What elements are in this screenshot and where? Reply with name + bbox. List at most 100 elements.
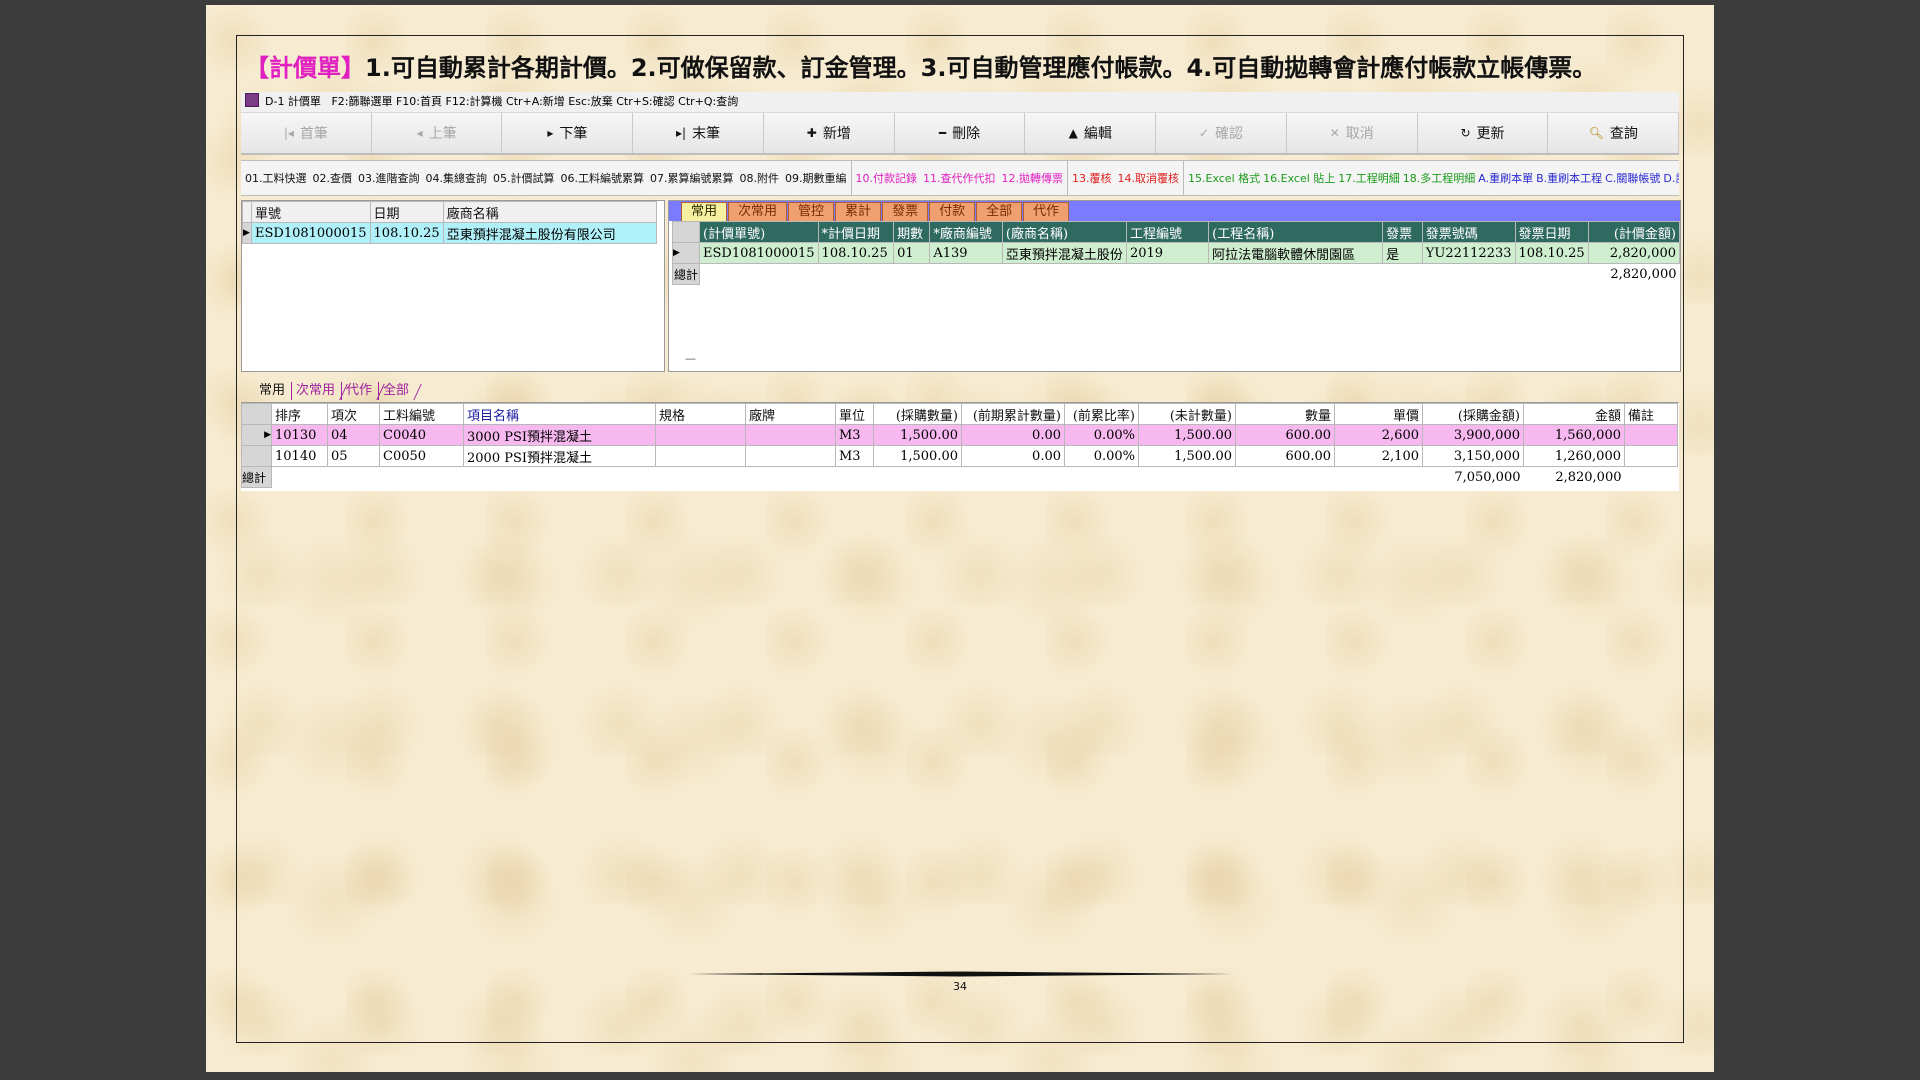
cell[interactable] [745,445,836,467]
cell[interactable]: YU22112233 [1421,242,1516,264]
func-item[interactable]: 08.附件 [740,170,780,186]
func-item[interactable]: 12.拋轉傳票 [1002,170,1064,186]
func-item[interactable]: 04.集總查詢 [426,170,488,186]
column-header[interactable]: 排序 [271,403,328,425]
column-header[interactable]: (廠商名稱) [1001,221,1127,243]
func-item[interactable]: 11.查代作代扣 [923,170,996,186]
cell[interactable]: 10130 [271,424,328,446]
column-header[interactable]: (未計數量) [1138,403,1236,425]
cell[interactable]: 亞東預拌混凝土股份 [1001,242,1127,264]
cancel-button[interactable]: ✕ 取消 [1286,113,1418,153]
column-header[interactable]: 發票號碼 [1421,221,1516,243]
column-header[interactable]: (計價金額) [1587,221,1681,243]
tab-cumulative[interactable]: 累計 [835,202,882,221]
cell[interactable]: 2,820,000 [1587,242,1681,264]
cell[interactable]: 2019 [1125,242,1210,264]
func-item[interactable]: 05.計價試算 [493,170,555,186]
func-item[interactable]: 17.工程明細 [1338,170,1400,186]
add-button[interactable]: ✚ 新增 [763,113,895,153]
cell[interactable]: 05 [327,445,380,467]
column-header[interactable]: 項目名稱 [463,403,656,425]
cell[interactable]: ESD1081000015 [251,222,371,244]
func-item[interactable]: 15.Excel 格式 [1188,170,1260,186]
column-header[interactable]: 廠牌 [745,403,836,425]
edit-button[interactable]: ▲ 編輯 [1025,113,1157,153]
first-record-button[interactable]: |◂ 首筆 [241,113,372,153]
tab-control[interactable]: 管控 [788,202,835,221]
tab-secondary[interactable]: 次常用 [728,202,788,221]
column-header[interactable]: (採購數量) [873,403,962,425]
prev-record-button[interactable]: ◂ 上筆 [371,113,503,153]
tab-secondary[interactable]: 次常用 [291,382,341,400]
column-header[interactable]: (採購金額) [1422,403,1524,425]
cell[interactable]: 600.00 [1235,445,1335,467]
cell[interactable] [1624,424,1678,446]
cell[interactable]: 600.00 [1235,424,1335,446]
column-header[interactable]: 單位 [835,403,874,425]
cell[interactable]: 阿拉法電腦軟體休閒園區 [1208,242,1384,264]
table-row[interactable]: ▶ ESD1081000015 108.10.25 01 A139 亞東預拌混凝… [671,242,1681,264]
table-row[interactable]: ▶ ESD1081000015 108.10.25 亞東預拌混凝土股份有限公司 [242,222,657,244]
cell[interactable]: 0.00% [1064,424,1139,446]
func-item[interactable]: 01.工料快選 [245,170,307,186]
func-item[interactable]: 16.Excel 貼上 [1263,170,1335,186]
cell[interactable]: 04 [327,424,380,446]
query-button[interactable]: 🔍︎ 查詢 [1548,113,1680,153]
confirm-button[interactable]: ✓ 確認 [1156,113,1287,153]
column-header[interactable]: 單號 [251,201,371,223]
func-item[interactable]: 14.取消覆核 [1118,170,1180,186]
column-header[interactable]: 金額 [1523,403,1625,425]
cell[interactable]: A139 [929,242,1003,264]
func-item[interactable]: 13.覆核 [1072,170,1112,186]
column-header[interactable]: 備註 [1624,403,1678,425]
cell[interactable]: 1,500.00 [873,445,962,467]
column-header[interactable]: (前累比率) [1064,403,1139,425]
func-item[interactable]: 06.工料編號累算 [561,170,645,186]
column-header[interactable]: 數量 [1235,403,1335,425]
tab-proxy[interactable]: 代作 [341,382,378,400]
cell[interactable] [1624,445,1678,467]
func-item[interactable]: 03.進階查詢 [358,170,420,186]
cell[interactable]: 0.00 [961,424,1065,446]
last-record-button[interactable]: ▸| 末筆 [633,113,764,153]
cell[interactable]: M3 [835,445,874,467]
cell[interactable]: M3 [835,424,874,446]
cell[interactable]: 0.00% [1064,445,1139,467]
column-header[interactable]: (前期累計數量) [961,403,1065,425]
tab-invoice[interactable]: 發票 [882,202,929,221]
column-header[interactable]: 單價 [1334,403,1423,425]
table-row[interactable]: 10140 05 C0050 2000 PSI預拌混凝土 M3 1,500.00… [241,445,1678,467]
cell[interactable]: 2000 PSI預拌混凝土 [463,445,656,467]
func-item[interactable]: B.重刷本工程 [1536,170,1602,186]
next-record-button[interactable]: ▸ 下筆 [502,113,634,153]
cell[interactable]: 1,260,000 [1523,445,1625,467]
cell[interactable]: 01 [893,242,931,264]
cell[interactable]: 1,500.00 [1138,445,1236,467]
cell[interactable] [655,424,746,446]
cell[interactable]: 1,500.00 [1138,424,1236,446]
column-header[interactable]: 廠商名稱 [442,201,657,223]
tab-payment[interactable]: 付款 [929,202,976,221]
func-item[interactable]: 18.多工程明細 [1403,170,1476,186]
cell[interactable]: 10140 [271,445,328,467]
tab-all[interactable]: 全部 [976,202,1023,221]
cell[interactable]: 是 [1382,242,1423,264]
func-item[interactable]: A.重刷本單 [1478,170,1533,186]
cell[interactable]: 3000 PSI預拌混凝土 [463,424,656,446]
cell[interactable]: 1,560,000 [1523,424,1625,446]
column-header[interactable]: *計價日期 [817,221,895,243]
column-header[interactable]: 期數 [893,221,931,243]
refresh-button[interactable]: ↻ 更新 [1417,113,1549,153]
tab-proxy[interactable]: 代作 [1023,202,1070,221]
func-item[interactable]: 09.期數重編 [785,170,847,186]
cell[interactable]: 1,500.00 [873,424,962,446]
cell[interactable]: 3,900,000 [1422,424,1524,446]
cell[interactable]: 108.10.25 [817,242,895,264]
column-header[interactable]: 日期 [369,201,444,223]
cell[interactable]: 2,100 [1334,445,1423,467]
cell[interactable]: ESD1081000015 [699,242,819,264]
cell[interactable]: 2,600 [1334,424,1423,446]
cell[interactable] [745,424,836,446]
column-header[interactable]: 發票 [1382,221,1423,243]
cell[interactable]: 108.10.25 [1514,242,1589,264]
